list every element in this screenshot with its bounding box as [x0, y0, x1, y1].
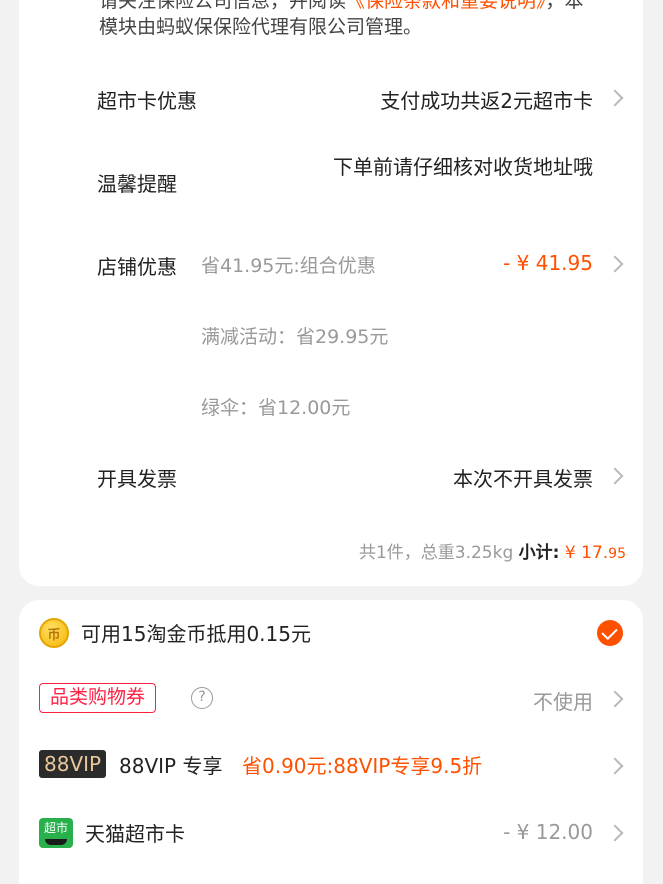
subtotal-amount: ¥ 17.95: [565, 543, 626, 563]
chevron-right-icon: [606, 757, 624, 775]
tmall-card-label: 天猫超市卡: [85, 822, 185, 846]
tmall-card-value: - ¥ 12.00: [503, 820, 593, 844]
full-reduction-detail: 满减活动：省29.95元: [201, 326, 389, 348]
notice-text: 请关注保险公司信息，并阅读: [99, 0, 347, 12]
coin-icon-glyph: 币: [47, 627, 61, 643]
insurance-notice: 请关注保险公司信息，并阅读《保险条款和重要说明》，本模块由蚂蚁保保险代理有限公司…: [99, 0, 599, 40]
insurance-terms-link[interactable]: 《保险条款和重要说明》: [346, 0, 546, 12]
store-discount-desc: 省41.95元:组合优惠: [201, 255, 376, 277]
invoice-value: 本次不开具发票: [453, 467, 593, 491]
tmall-icon-text: 超市: [43, 821, 68, 835]
chevron-right-icon: [606, 824, 624, 842]
coin-icon: 币: [39, 618, 69, 648]
help-icon[interactable]: ?: [191, 687, 213, 709]
chevron-right-icon: [606, 89, 624, 107]
chevron-right-icon: [606, 255, 624, 273]
subtotal-dec: 95: [608, 546, 626, 562]
category-coupon-value: 不使用: [533, 690, 593, 714]
vip-saving: 省0.90元:88VIP专享9.5折: [242, 754, 483, 778]
coin-text: 可用15淘金币抵用0.15元: [81, 622, 311, 646]
order-summary: 共1件，总重3.25kg 小计: ¥ 17.95: [359, 538, 626, 563]
count-weight: 共1件，总重3.25kg: [358, 543, 514, 563]
subtotal-int: 17.: [581, 543, 609, 563]
reminder-label: 温馨提醒: [97, 172, 177, 196]
vip-label: 88VIP 专享: [119, 754, 223, 778]
supermarket-card-value: 支付成功共返2元超市卡: [380, 89, 593, 113]
subtotal-label: 小计:: [518, 543, 560, 563]
currency-symbol: ¥: [564, 543, 576, 563]
invoice-label: 开具发票: [97, 467, 177, 491]
vip-badge-icon: 88VIP: [39, 750, 107, 778]
tmall-face-shape: [45, 839, 67, 845]
category-coupon-tag: 品类购物券: [39, 683, 157, 713]
checked-circle-icon[interactable]: [597, 620, 623, 646]
reminder-value: 下单前请仔细核对收货地址哦: [333, 155, 593, 179]
store-discount-label: 店铺优惠: [97, 255, 177, 279]
chevron-right-icon: [606, 467, 624, 485]
store-discount-amount: - ¥ 41.95: [503, 251, 593, 275]
chevron-right-icon: [606, 690, 624, 708]
supermarket-card-label: 超市卡优惠: [97, 89, 197, 113]
tmall-supermarket-icon: 超市: [39, 818, 73, 848]
green-umbrella-detail: 绿伞：省12.00元: [201, 397, 351, 419]
benefits-card: 币 可用15淘金币抵用0.15元 品类购物券 ? 不使用 88VIP 88VIP…: [19, 600, 643, 884]
order-details-card: 请关注保险公司信息，并阅读《保险条款和重要说明》，本模块由蚂蚁保保险代理有限公司…: [19, 0, 643, 586]
